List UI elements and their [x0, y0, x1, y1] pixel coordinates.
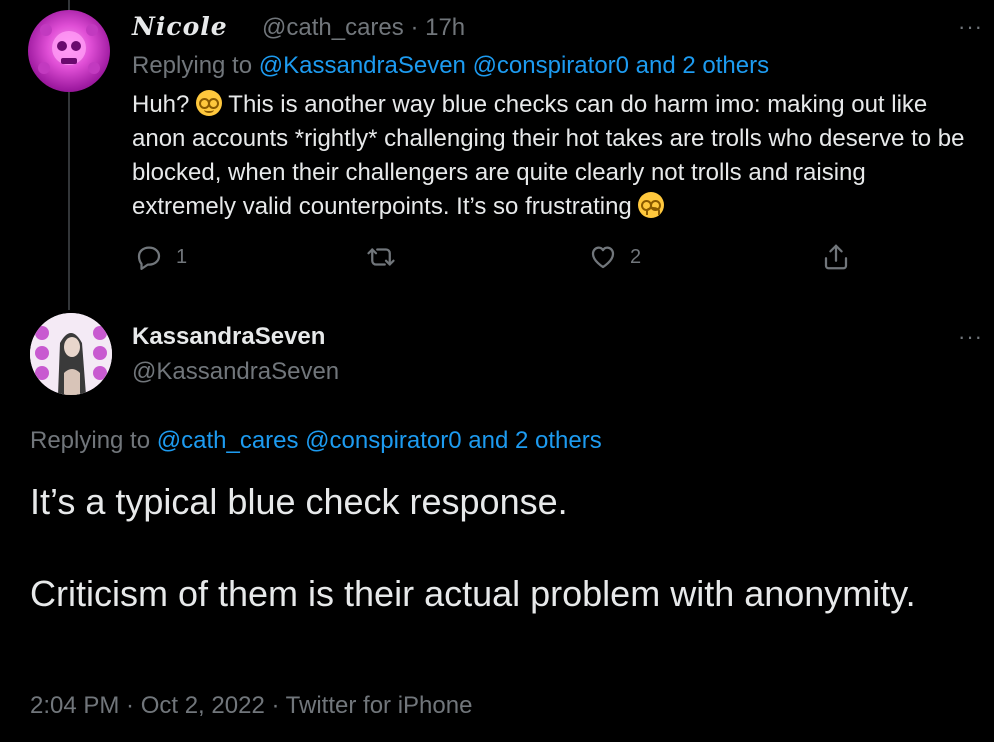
- handle[interactable]: @cath_cares: [262, 14, 404, 41]
- tweet-text-line: It’s a typical blue check response.: [30, 481, 568, 522]
- share-icon[interactable]: [821, 242, 851, 272]
- replying-prefix: Replying to: [30, 427, 151, 454]
- replying-to: Replying to @cath_cares @conspirator0 an…: [30, 427, 602, 455]
- tweet-text: Huh? This is another way blue checks can…: [132, 88, 972, 224]
- display-name[interactable]: KassandraSeven: [132, 323, 325, 351]
- tweet-timestamp[interactable]: 2:04 PM · Oct 2, 2022 · Twitter for iPho…: [30, 692, 472, 720]
- handle[interactable]: @KassandraSeven: [132, 358, 339, 386]
- avatar-nicole[interactable]: [28, 10, 110, 92]
- share-button[interactable]: [821, 242, 851, 272]
- like-count: 2: [630, 245, 642, 268]
- avatar-kassandra[interactable]: [30, 313, 112, 395]
- reply-count: 1: [176, 245, 188, 268]
- weary-face-emoji-icon: [638, 192, 665, 218]
- more-icon[interactable]: ···: [958, 324, 983, 350]
- time[interactable]: · 17h: [410, 14, 465, 41]
- retweet-button[interactable]: [365, 242, 397, 272]
- replying-to: Replying to @KassandraSeven @conspirator…: [132, 52, 769, 80]
- tweet-text: It’s a typical blue check response. Crit…: [30, 479, 950, 617]
- tweet-text-start: Huh?: [132, 91, 190, 118]
- like-button[interactable]: 2: [588, 242, 641, 272]
- reply-icon[interactable]: [134, 242, 164, 272]
- more-icon[interactable]: ···: [958, 14, 983, 40]
- tweet-text-line: Criticism of them is their actual proble…: [30, 573, 916, 614]
- display-name[interactable]: Nicole: [132, 12, 228, 41]
- handle-and-time[interactable]: @cath_cares · 17h: [262, 14, 465, 42]
- tweet-text-rest: This is another way blue checks can do h…: [132, 91, 965, 220]
- woozy-face-emoji-icon: [196, 90, 223, 116]
- reply-button[interactable]: 1: [134, 242, 187, 272]
- retweet-icon[interactable]: [365, 242, 397, 272]
- replying-mentions[interactable]: @KassandraSeven @conspirator0 and 2 othe…: [259, 52, 769, 79]
- replying-mentions[interactable]: @cath_cares @conspirator0 and 2 others: [157, 427, 602, 454]
- like-icon[interactable]: [588, 242, 618, 272]
- replying-prefix: Replying to: [132, 52, 253, 79]
